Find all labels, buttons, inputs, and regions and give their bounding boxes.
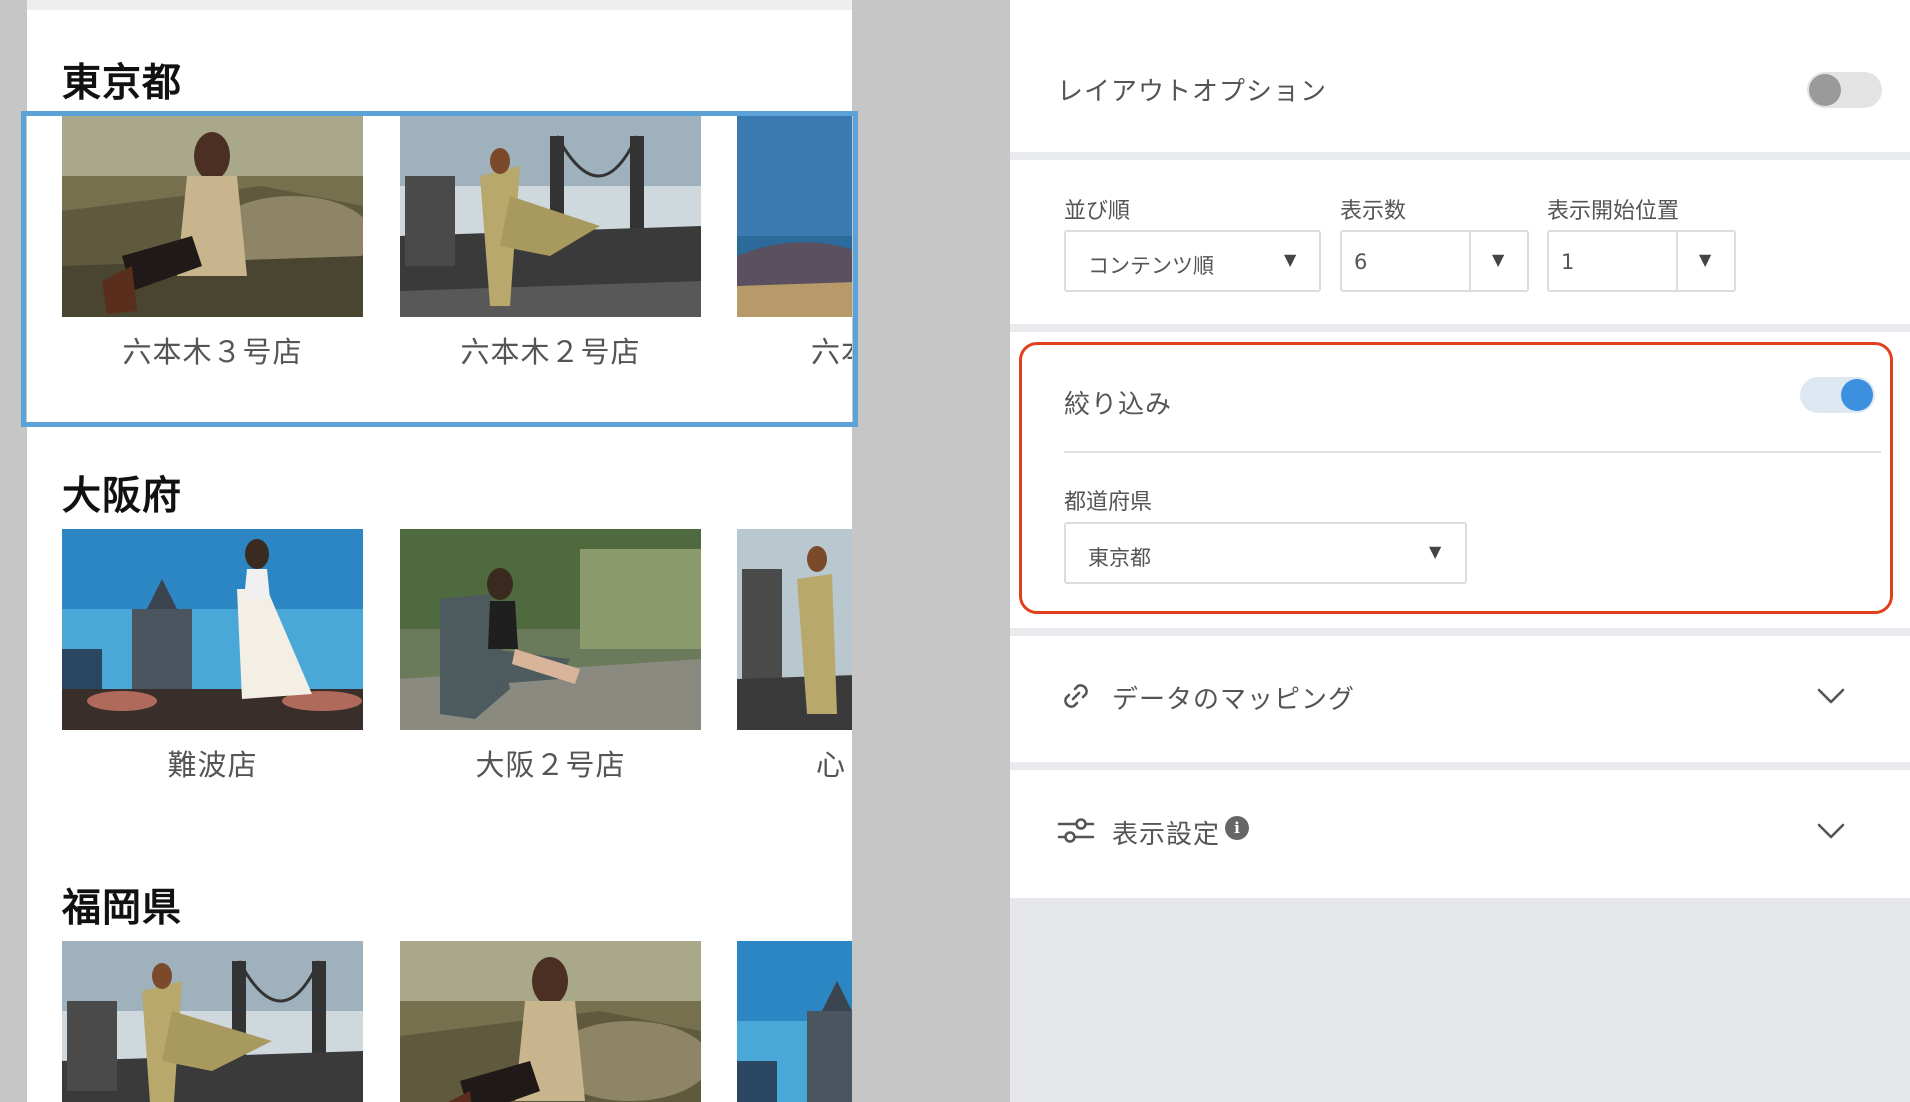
layout-option-label: レイアウトオプション <box>1057 77 1328 107</box>
chevron-down-icon[interactable] <box>1816 822 1846 840</box>
store-photo <box>737 941 852 1102</box>
start-value: 1 <box>1561 250 1575 274</box>
section-heading-tokyo: 東京都 <box>62 61 183 106</box>
store-photo <box>62 941 363 1102</box>
data-mapping-label: データのマッピング <box>1112 685 1356 715</box>
layout-option-toggle[interactable] <box>1807 72 1882 108</box>
preview-top-strip <box>27 0 852 10</box>
display-settings-label: 表示設定 <box>1112 820 1221 850</box>
sort-label: 並び順 <box>1064 199 1131 224</box>
store-name: 難波店 <box>167 748 258 782</box>
panel-divider <box>1010 628 1910 636</box>
sliders-icon <box>1056 812 1096 848</box>
select-divider <box>1676 232 1678 290</box>
chevron-down-icon[interactable] <box>1816 687 1846 705</box>
store-name: 心 <box>816 748 847 782</box>
count-select[interactable]: 6 ▼ <box>1340 230 1529 292</box>
count-value: 6 <box>1354 250 1368 274</box>
info-icon[interactable]: i <box>1225 816 1249 840</box>
filter-highlight-frame <box>1019 342 1893 614</box>
link-icon <box>1058 678 1094 714</box>
store-photo <box>400 529 701 730</box>
store-photo <box>62 529 363 730</box>
count-label: 表示数 <box>1340 199 1407 224</box>
store-photo <box>737 529 852 730</box>
store-name: 大阪２号店 <box>475 748 626 782</box>
dropdown-arrow-icon: ▼ <box>1492 250 1505 269</box>
start-select[interactable]: 1 ▼ <box>1547 230 1736 292</box>
start-label: 表示開始位置 <box>1547 199 1680 224</box>
preview-area: 東京都 六本木３号店 六本木２号店 六 大阪府 難波店 大阪２号店 心 福岡県 <box>0 0 1010 1102</box>
display-settings-card[interactable]: 表示設定 i <box>1010 770 1910 898</box>
dropdown-arrow-icon: ▼ <box>1284 250 1297 269</box>
layout-option-card: レイアウトオプション <box>1010 0 1910 152</box>
list-options-card: 並び順 コンテンツ順 ▼ 表示数 6 ▼ 表示開始位置 1 ▼ <box>1010 160 1910 324</box>
section-heading-osaka: 大阪府 <box>62 474 183 519</box>
sort-value: コンテンツ順 <box>1088 254 1214 278</box>
select-divider <box>1469 232 1471 290</box>
panel-divider <box>1010 152 1910 160</box>
dropdown-arrow-icon: ▼ <box>1699 250 1712 269</box>
selected-section-frame <box>21 111 858 427</box>
store-photo <box>400 941 701 1102</box>
section-heading-fukuoka: 福岡県 <box>62 886 183 931</box>
panel-divider <box>1010 324 1910 332</box>
panel-divider <box>1010 762 1910 770</box>
sort-select[interactable]: コンテンツ順 ▼ <box>1064 230 1321 292</box>
toggle-knob <box>1809 74 1841 106</box>
data-mapping-card[interactable]: データのマッピング <box>1010 636 1910 762</box>
